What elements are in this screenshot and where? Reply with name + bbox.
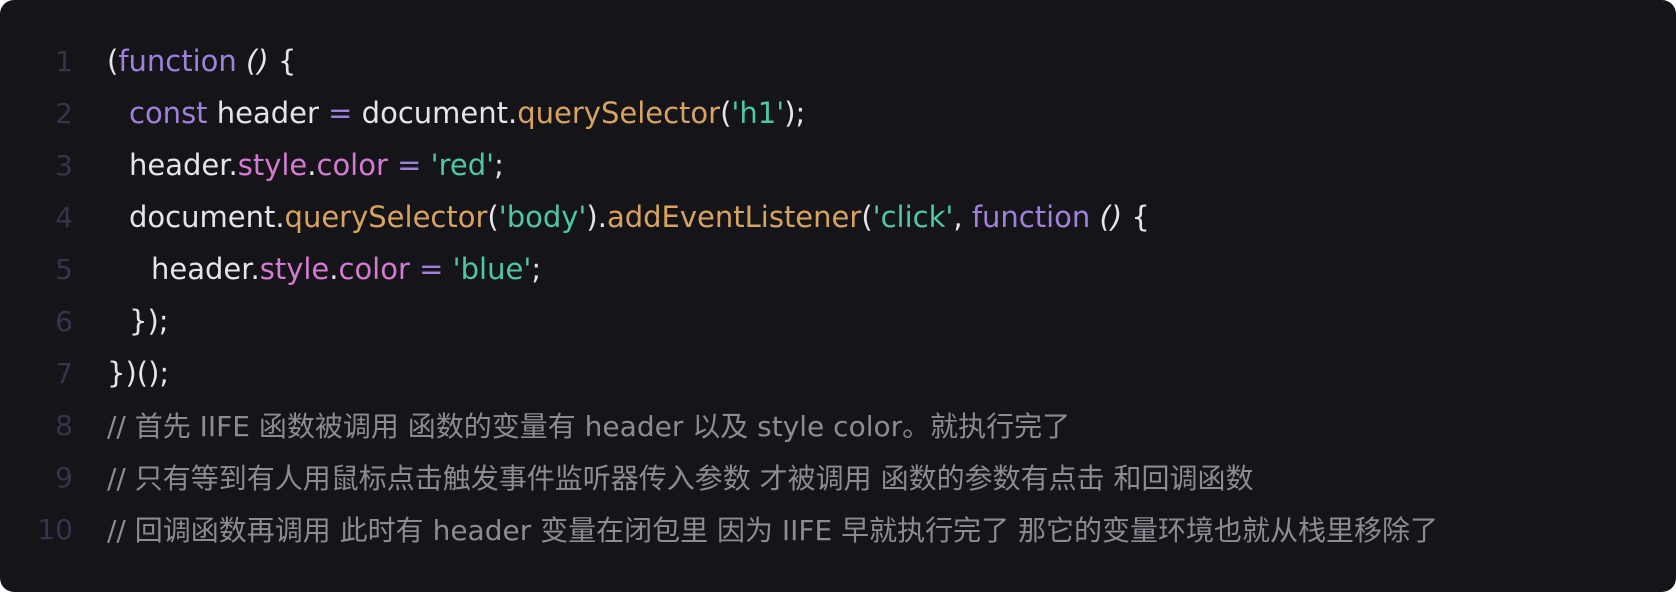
parameters: () (246, 44, 269, 78)
method: querySelector (284, 200, 488, 234)
punctuation: })(); (107, 356, 170, 390)
property: style (259, 252, 330, 286)
identifier: document. (352, 96, 518, 130)
code-content[interactable]: const header = document. querySelector (… (107, 87, 805, 139)
operator: = (328, 96, 353, 130)
line-number: 4 (55, 200, 73, 234)
code-content[interactable]: ( function () { (107, 35, 296, 87)
code-content[interactable]: document. querySelector ( 'body' ). addE… (107, 191, 1150, 243)
code-content[interactable]: // 首先 IIFE 函数被调用 函数的变量有 header 以及 style … (107, 399, 1070, 451)
line-number: 2 (55, 96, 73, 130)
code-line: 1 ( function () { (0, 35, 1676, 87)
punctuation: , (953, 200, 972, 234)
punctuation: ( (487, 200, 499, 234)
code-content[interactable]: header. style . color = 'red' ; (107, 139, 504, 191)
punctuation: . (307, 148, 317, 182)
code-line: 2 const header = document. querySelector… (0, 87, 1676, 139)
comment: // 首先 IIFE 函数被调用 函数的变量有 header 以及 style … (107, 410, 1071, 443)
code-content[interactable]: }); (107, 295, 169, 347)
code-line: 7 })(); (0, 347, 1676, 399)
code-content[interactable]: // 回调函数再调用 此时有 header 变量在闭包里 因为 IIFE 早就执… (107, 503, 1438, 555)
identifier: document. (129, 200, 285, 234)
property: color (338, 252, 410, 286)
punctuation: }); (129, 304, 169, 338)
punctuation: ; (494, 148, 504, 182)
keyword: function (971, 200, 1091, 234)
identifier: header (207, 96, 329, 130)
method: addEventListener (606, 200, 862, 234)
line-number: 6 (55, 304, 73, 338)
code-line: 3 header. style . color = 'red' ; (0, 139, 1676, 191)
punctuation: ); (784, 96, 806, 130)
punctuation: . (329, 252, 339, 286)
code-editor: 1 ( function () { 2 const header = docum… (0, 0, 1676, 592)
code-line: 8 // 首先 IIFE 函数被调用 函数的变量有 header 以及 styl… (0, 399, 1676, 451)
operator: = (397, 148, 422, 182)
punctuation: ( (861, 200, 873, 234)
code-content[interactable]: })(); (107, 347, 169, 399)
comment: // 只有等到有人用鼠标点击触发事件监听器传入参数 才被调用 函数的参数有点击 … (107, 462, 1254, 495)
punctuation: ( (720, 96, 732, 130)
string: 'red' (430, 148, 495, 182)
code-content[interactable]: header. style . color = 'blue' ; (107, 243, 541, 295)
line-number: 3 (55, 148, 73, 182)
property: style (237, 148, 308, 182)
string: 'body' (498, 200, 587, 234)
identifier: header. (151, 252, 260, 286)
punctuation: { (268, 44, 297, 78)
code-line: 10 // 回调函数再调用 此时有 header 变量在闭包里 因为 IIFE … (0, 503, 1676, 555)
line-number: 1 (55, 44, 73, 78)
code-line: 5 header. style . color = 'blue' ; (0, 243, 1676, 295)
code-line: 4 document. querySelector ( 'body' ). ad… (0, 191, 1676, 243)
line-number: 8 (55, 408, 73, 442)
string: 'blue' (452, 252, 532, 286)
identifier: header. (129, 148, 238, 182)
operator: = (419, 252, 444, 286)
parameters: () (1099, 200, 1123, 234)
string: 'click' (872, 200, 954, 234)
line-number: 10 (37, 512, 73, 546)
line-number: 9 (55, 460, 73, 494)
line-number: 7 (55, 356, 73, 390)
keyword: const (129, 96, 208, 130)
line-number: 5 (55, 252, 73, 286)
string: 'h1' (731, 96, 785, 130)
property: color (316, 148, 388, 182)
code-line: 9 // 只有等到有人用鼠标点击触发事件监听器传入参数 才被调用 函数的参数有点… (0, 451, 1676, 503)
method: querySelector (517, 96, 721, 130)
punctuation: ). (586, 200, 607, 234)
punctuation: ( (107, 44, 119, 78)
punctuation: { (1122, 200, 1150, 234)
code-line: 6 }); (0, 295, 1676, 347)
punctuation: ; (531, 252, 542, 286)
comment: // 回调函数再调用 此时有 header 变量在闭包里 因为 IIFE 早就执… (107, 514, 1439, 547)
code-content[interactable]: // 只有等到有人用鼠标点击触发事件监听器传入参数 才被调用 函数的参数有点击 … (107, 451, 1253, 503)
keyword: function (118, 44, 237, 78)
